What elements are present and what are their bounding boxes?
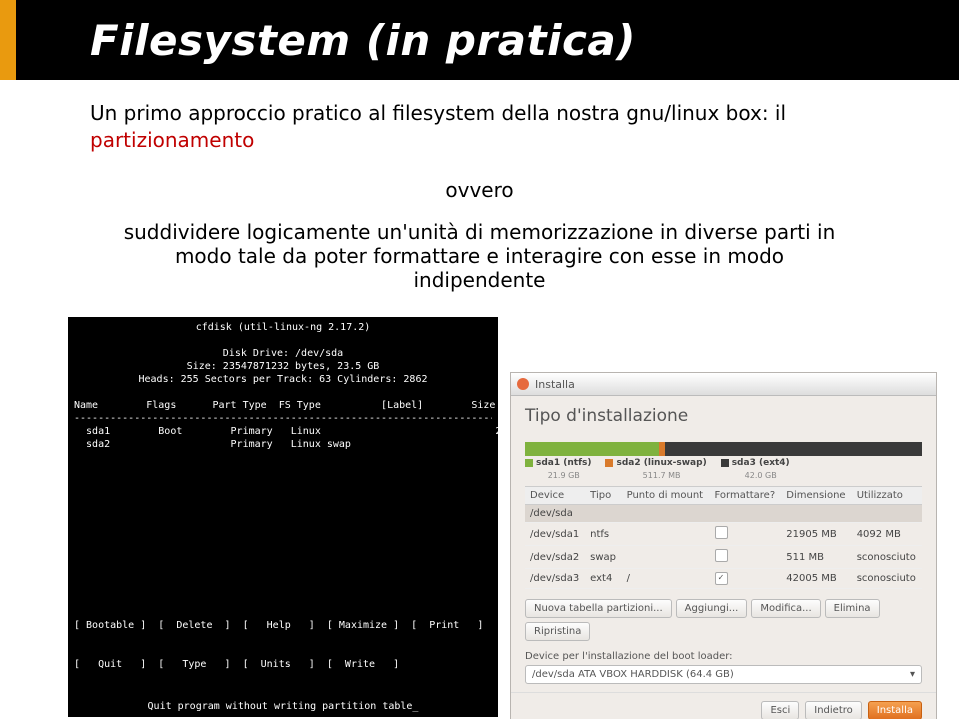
table-row[interactable]: /dev/sda3ext4/ ✓ 42005 MBsconosciuto [525, 569, 922, 589]
bootloader-value: /dev/sda ATA VBOX HARDDISK (64.4 GB) [532, 669, 734, 680]
cfdisk-columns: Name Flags Part Type FS Type [Label] Siz… [74, 399, 492, 412]
close-icon[interactable] [517, 378, 529, 390]
partition-bar [525, 442, 922, 456]
legend-item: sda1 (ntfs)21.9 GB [525, 458, 591, 480]
installer-footer: Esci Indietro Installa [511, 692, 936, 719]
cfdisk-geom: Heads: 255 Sectors per Track: 63 Cylinde… [74, 373, 492, 386]
cfdisk-size: Size: 23547871232 bytes, 23.5 GB [74, 360, 492, 373]
col-mount: Punto di mount [622, 487, 710, 505]
installer-window-title: Installa [535, 378, 575, 391]
cfdisk-drive: Disk Drive: /dev/sda [74, 347, 492, 360]
quit-button[interactable]: Esci [761, 701, 799, 719]
col-device: Device [525, 487, 585, 505]
cfdisk-row: sda2 Primary Linux swap 3536.88 [74, 438, 492, 451]
installer-heading: Tipo d'installazione [525, 406, 922, 426]
slide-title: Filesystem (in pratica) [90, 16, 636, 65]
table-row[interactable]: /dev/sda1ntfs 21905 MB4092 MB [525, 523, 922, 546]
bootloader-label: Device per l'installazione del boot load… [525, 651, 922, 662]
intro-paragraph: Un primo approccio pratico al filesystem… [0, 80, 959, 154]
checkbox-icon[interactable] [715, 526, 728, 539]
delete-button[interactable]: Elimina [825, 599, 880, 618]
cfdisk-menu-line2: [ Quit ] [ Type ] [ Units ] [ Write ] [74, 658, 483, 671]
add-button[interactable]: Aggiungi... [676, 599, 748, 618]
cfdisk-menu-line1: [ Bootable ] [ Delete ] [ Help ] [ Maxim… [74, 619, 483, 632]
cfdisk-terminal: cfdisk (util-linux-ng 2.17.2) Disk Drive… [68, 317, 498, 717]
back-button[interactable]: Indietro [805, 701, 862, 719]
install-button[interactable]: Installa [868, 701, 922, 719]
col-type: Tipo [585, 487, 621, 505]
edit-button[interactable]: Modifica... [751, 599, 820, 618]
legend-item: sda3 (ext4)42.0 GB [721, 458, 790, 480]
bootloader-select[interactable]: /dev/sda ATA VBOX HARDDISK (64.4 GB) ▾ [525, 665, 922, 684]
table-row[interactable]: /dev/sda2swap 511 MBsconosciuto [525, 546, 922, 569]
cfdisk-dashes: ----------------------------------------… [74, 412, 492, 425]
intro-line1-pre: Un primo approccio pratico al filesystem… [90, 101, 786, 125]
cfdisk-status-msg: Quit program without writing partition t… [68, 700, 498, 713]
slide-header: Filesystem (in pratica) [0, 0, 959, 80]
checkbox-icon[interactable]: ✓ [715, 572, 728, 585]
partition-table: Device Tipo Punto di mount Formattare? D… [525, 486, 922, 589]
col-format: Formattare? [710, 487, 782, 505]
chevron-down-icon: ▾ [910, 669, 915, 680]
cfdisk-title: cfdisk (util-linux-ng 2.17.2) [74, 321, 492, 334]
installer-titlebar: Installa [511, 373, 936, 396]
restore-button[interactable]: Ripristina [525, 622, 590, 641]
table-row-group: /dev/sda [525, 505, 922, 523]
partition-toolbar: Nuova tabella partizioni... Aggiungi... … [525, 599, 922, 641]
intro-accent: partizionamento [90, 128, 254, 152]
ovvero-label: ovvero [0, 178, 959, 202]
cfdisk-menu: [ Bootable ] [ Delete ] [ Help ] [ Maxim… [74, 593, 483, 697]
legend-item: sda2 (linux-swap)511.7 MB [605, 458, 706, 480]
col-used: Utilizzato [852, 487, 922, 505]
partition-legend: sda1 (ntfs)21.9 GB sda2 (linux-swap)511.… [525, 458, 922, 480]
col-size: Dimensione [781, 487, 851, 505]
cfdisk-row: sda1 Boot Primary Linux 20003.89 [74, 425, 492, 438]
checkbox-icon[interactable] [715, 549, 728, 562]
sub-paragraph: suddividere logicamente un'unità di memo… [0, 220, 959, 292]
new-table-button[interactable]: Nuova tabella partizioni... [525, 599, 672, 618]
installer-window: Installa Tipo d'installazione sda1 (ntfs… [510, 372, 937, 719]
